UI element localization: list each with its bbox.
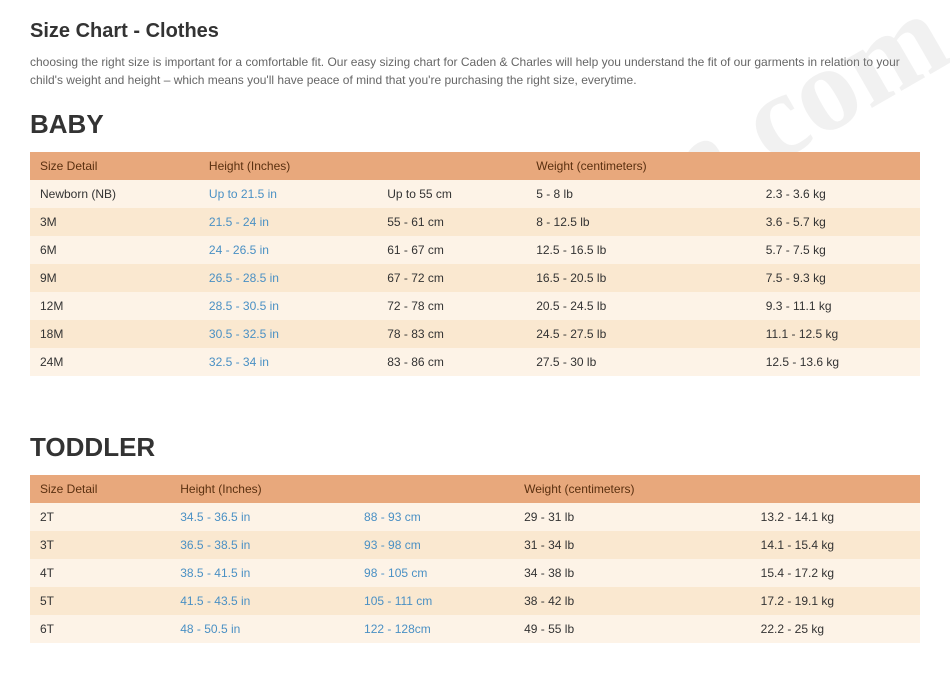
baby-cell: 2.3 - 3.6 kg <box>756 180 920 208</box>
toddler-header-height-cm <box>354 475 514 503</box>
toddler-cell: 2T <box>30 503 170 531</box>
baby-cell: 3.6 - 5.7 kg <box>756 208 920 236</box>
toddler-cell: 98 - 105 cm <box>354 559 514 587</box>
baby-cell: 32.5 - 34 in <box>199 348 377 376</box>
toddler-cell: 34 - 38 lb <box>514 559 751 587</box>
baby-cell: 20.5 - 24.5 lb <box>526 292 756 320</box>
toddler-header-weight-kg <box>751 475 920 503</box>
toddler-cell: 105 - 111 cm <box>354 587 514 615</box>
toddler-size-table: Size Detail Height (Inches) Weight (cent… <box>30 475 920 643</box>
toddler-cell: 34.5 - 36.5 in <box>170 503 354 531</box>
baby-cell: 83 - 86 cm <box>377 348 526 376</box>
baby-table-row: 6M24 - 26.5 in61 - 67 cm12.5 - 16.5 lb5.… <box>30 236 920 264</box>
baby-cell: 18M <box>30 320 199 348</box>
baby-cell: 12.5 - 13.6 kg <box>756 348 920 376</box>
baby-cell: 61 - 67 cm <box>377 236 526 264</box>
baby-cell: 67 - 72 cm <box>377 264 526 292</box>
baby-cell: 12M <box>30 292 199 320</box>
baby-table-row: 24M32.5 - 34 in83 - 86 cm27.5 - 30 lb12.… <box>30 348 920 376</box>
baby-cell: 16.5 - 20.5 lb <box>526 264 756 292</box>
toddler-cell: 88 - 93 cm <box>354 503 514 531</box>
toddler-section-title: TODDLER <box>30 432 920 463</box>
baby-cell: 24.5 - 27.5 lb <box>526 320 756 348</box>
toddler-cell: 5T <box>30 587 170 615</box>
toddler-table-row: 5T41.5 - 43.5 in105 - 111 cm38 - 42 lb17… <box>30 587 920 615</box>
baby-header-size: Size Detail <box>30 152 199 180</box>
baby-cell: 5 - 8 lb <box>526 180 756 208</box>
baby-table-row: Newborn (NB)Up to 21.5 inUp to 55 cm5 - … <box>30 180 920 208</box>
toddler-header-size: Size Detail <box>30 475 170 503</box>
toddler-cell: 41.5 - 43.5 in <box>170 587 354 615</box>
baby-table-row: 3M21.5 - 24 in55 - 61 cm8 - 12.5 lb3.6 -… <box>30 208 920 236</box>
toddler-cell: 15.4 - 17.2 kg <box>751 559 920 587</box>
toddler-cell: 6T <box>30 615 170 643</box>
baby-cell: 28.5 - 30.5 in <box>199 292 377 320</box>
toddler-cell: 49 - 55 lb <box>514 615 751 643</box>
intro-text-content: choosing the right size is important for… <box>30 55 900 87</box>
toddler-cell: 17.2 - 19.1 kg <box>751 587 920 615</box>
toddler-header-weight-lb: Weight (centimeters) <box>514 475 751 503</box>
baby-cell: 24M <box>30 348 199 376</box>
baby-cell: 6M <box>30 236 199 264</box>
toddler-cell: 29 - 31 lb <box>514 503 751 531</box>
baby-size-table: Size Detail Height (Inches) Weight (cent… <box>30 152 920 376</box>
toddler-cell: 122 - 128cm <box>354 615 514 643</box>
toddler-cell: 38.5 - 41.5 in <box>170 559 354 587</box>
baby-table-row: 12M28.5 - 30.5 in72 - 78 cm20.5 - 24.5 l… <box>30 292 920 320</box>
baby-table-row: 18M30.5 - 32.5 in78 - 83 cm24.5 - 27.5 l… <box>30 320 920 348</box>
baby-cell: 55 - 61 cm <box>377 208 526 236</box>
toddler-cell: 36.5 - 38.5 in <box>170 531 354 559</box>
toddler-cell: 38 - 42 lb <box>514 587 751 615</box>
toddler-table-header-row: Size Detail Height (Inches) Weight (cent… <box>30 475 920 503</box>
baby-cell: 5.7 - 7.5 kg <box>756 236 920 264</box>
baby-cell: 8 - 12.5 lb <box>526 208 756 236</box>
baby-header-weight-lb: Weight (centimeters) <box>526 152 756 180</box>
section-spacer <box>30 404 920 424</box>
baby-cell: 24 - 26.5 in <box>199 236 377 264</box>
baby-cell: 78 - 83 cm <box>377 320 526 348</box>
baby-cell: 27.5 - 30 lb <box>526 348 756 376</box>
baby-table-row: 9M26.5 - 28.5 in67 - 72 cm16.5 - 20.5 lb… <box>30 264 920 292</box>
toddler-cell: 3T <box>30 531 170 559</box>
intro-paragraph: choosing the right size is important for… <box>30 53 900 89</box>
toddler-header-height-in: Height (Inches) <box>170 475 354 503</box>
baby-cell: 11.1 - 12.5 kg <box>756 320 920 348</box>
baby-header-height-in: Height (Inches) <box>199 152 377 180</box>
toddler-cell: 31 - 34 lb <box>514 531 751 559</box>
toddler-cell: 22.2 - 25 kg <box>751 615 920 643</box>
baby-section-title: BABY <box>30 109 920 140</box>
baby-cell: Newborn (NB) <box>30 180 199 208</box>
toddler-cell: 48 - 50.5 in <box>170 615 354 643</box>
baby-header-height-cm <box>377 152 526 180</box>
baby-cell: 30.5 - 32.5 in <box>199 320 377 348</box>
baby-cell: 3M <box>30 208 199 236</box>
toddler-table-row: 6T48 - 50.5 in122 - 128cm49 - 55 lb22.2 … <box>30 615 920 643</box>
baby-cell: 9.3 - 11.1 kg <box>756 292 920 320</box>
baby-cell: 21.5 - 24 in <box>199 208 377 236</box>
baby-cell: Up to 21.5 in <box>199 180 377 208</box>
baby-cell: 72 - 78 cm <box>377 292 526 320</box>
toddler-table-row: 4T38.5 - 41.5 in98 - 105 cm34 - 38 lb15.… <box>30 559 920 587</box>
toddler-table-row: 3T36.5 - 38.5 in93 - 98 cm31 - 34 lb14.1… <box>30 531 920 559</box>
toddler-cell: 13.2 - 14.1 kg <box>751 503 920 531</box>
page-title: Size Chart - Clothes <box>30 20 920 43</box>
toddler-table-row: 2T34.5 - 36.5 in88 - 93 cm29 - 31 lb13.2… <box>30 503 920 531</box>
baby-cell: 7.5 - 9.3 kg <box>756 264 920 292</box>
baby-cell: Up to 55 cm <box>377 180 526 208</box>
baby-cell: 26.5 - 28.5 in <box>199 264 377 292</box>
toddler-cell: 14.1 - 15.4 kg <box>751 531 920 559</box>
toddler-cell: 4T <box>30 559 170 587</box>
baby-cell: 9M <box>30 264 199 292</box>
baby-cell: 12.5 - 16.5 lb <box>526 236 756 264</box>
baby-table-header-row: Size Detail Height (Inches) Weight (cent… <box>30 152 920 180</box>
toddler-cell: 93 - 98 cm <box>354 531 514 559</box>
baby-header-weight-kg <box>756 152 920 180</box>
